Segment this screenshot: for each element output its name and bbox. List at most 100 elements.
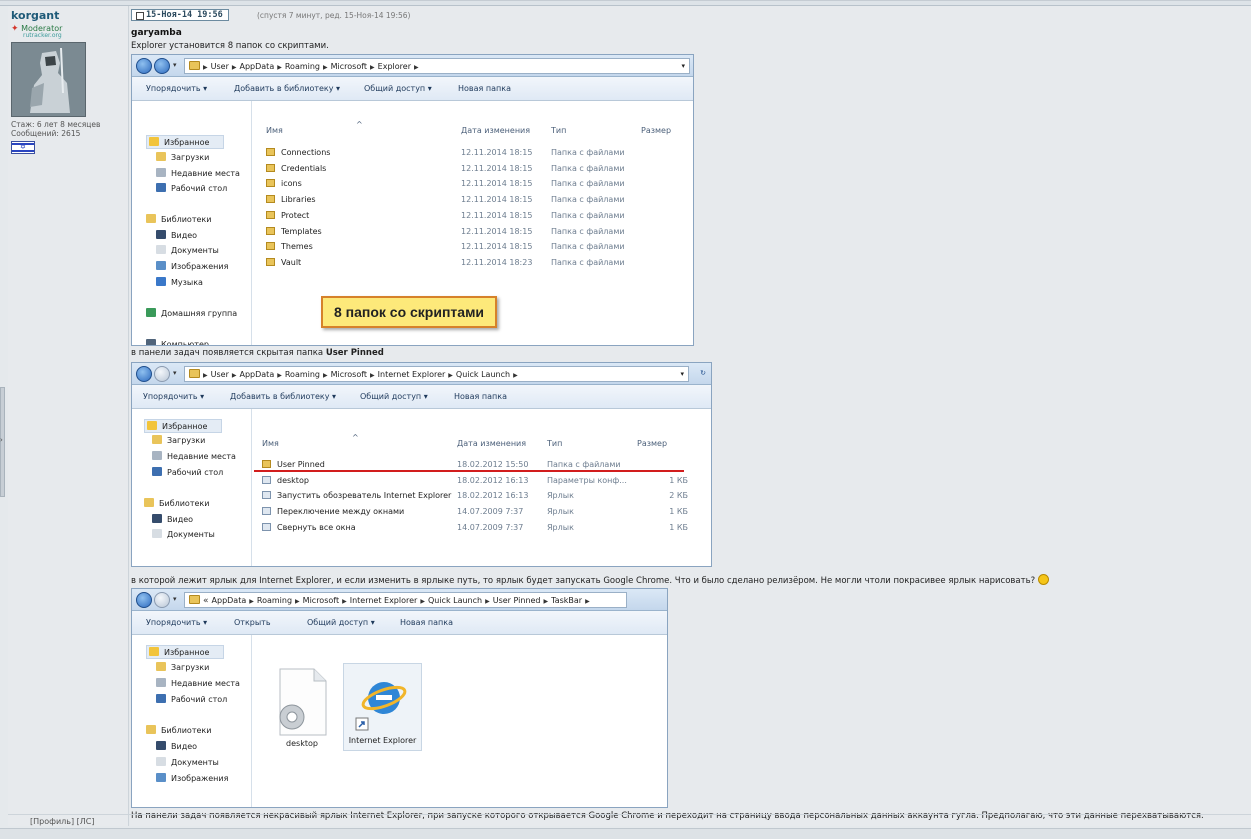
refresh-icon[interactable]: ↻	[700, 369, 706, 377]
toolbar-button[interactable]: Открыть	[234, 618, 271, 627]
chevron-right-icon[interactable]: ▶	[448, 372, 453, 379]
nav-item[interactable]: Недавние места	[156, 168, 240, 178]
chevron-right-icon[interactable]: ▶	[544, 598, 549, 605]
column-header[interactable]: Имя	[266, 126, 283, 135]
breadcrumb-item[interactable]: AppData	[239, 370, 274, 379]
chevron-right-icon[interactable]: ▶	[513, 372, 518, 379]
chevron-right-icon[interactable]: ▶	[295, 598, 300, 605]
chevron-right-icon[interactable]: ▶	[232, 64, 237, 71]
breadcrumb-item[interactable]: Microsoft	[331, 62, 367, 71]
chevron-right-icon[interactable]: ▶	[203, 372, 208, 379]
table-row[interactable]: User Pinned	[262, 460, 325, 469]
table-row[interactable]: Protect	[266, 210, 309, 220]
forward-button[interactable]	[154, 58, 170, 74]
internet-explorer-shortcut[interactable]: Internet Explorer	[343, 663, 422, 751]
path-dropdown-icon[interactable]: ▾	[681, 62, 685, 70]
chevron-right-icon[interactable]: ▶	[420, 598, 425, 605]
breadcrumb-item[interactable]: User	[211, 370, 229, 379]
nav-item[interactable]: Недавние места	[156, 678, 240, 688]
nav-item[interactable]: Рабочий стол	[152, 467, 223, 477]
nav-item[interactable]: Видео	[156, 230, 197, 240]
username[interactable]: korgant	[11, 9, 59, 22]
toolbar-button[interactable]: Упорядочить ▾	[143, 392, 204, 401]
toolbar-button[interactable]: Добавить в библиотеку ▾	[230, 392, 336, 401]
breadcrumb-item[interactable]: Quick Launch	[456, 370, 510, 379]
table-row[interactable]: Переключение между окнами	[262, 507, 404, 516]
chevron-right-icon[interactable]: ▶	[232, 372, 237, 379]
nav-item[interactable]: Библиотеки	[146, 214, 211, 224]
forward-button[interactable]	[154, 366, 170, 382]
chevron-right-icon[interactable]: ▶	[277, 372, 282, 379]
nav-item[interactable]: Загрузки	[156, 152, 209, 162]
toolbar-button[interactable]: Новая папка	[458, 84, 511, 93]
table-row[interactable]: Templates	[266, 226, 322, 236]
back-button[interactable]	[136, 58, 152, 74]
column-header[interactable]: Дата изменения	[457, 439, 526, 448]
chevron-right-icon[interactable]: ▶	[277, 64, 282, 71]
nav-item[interactable]: Недавние места	[152, 451, 236, 461]
nav-item[interactable]: Избранное	[144, 419, 223, 433]
nav-item[interactable]: Компьютер	[146, 339, 209, 345]
nav-dropdown-icon[interactable]: ▾	[173, 61, 177, 69]
path-box[interactable]: ▶ User ▶ AppData ▶ Roaming ▶ Microsoft ▶ Internet…	[184, 366, 689, 382]
back-button[interactable]	[136, 366, 152, 382]
chevron-right-icon[interactable]: ▶	[585, 598, 590, 605]
column-header[interactable]: Размер	[637, 439, 667, 448]
pm-link[interactable]: [ЛС]	[77, 817, 95, 826]
chevron-right-icon[interactable]: ▶	[370, 64, 375, 71]
nav-item[interactable]: Домашняя группа	[146, 308, 237, 318]
path-box[interactable]: «AppData ▶ Roaming ▶ Microsoft ▶ Internet Expl…	[184, 592, 627, 608]
nav-item[interactable]: Видео	[152, 514, 193, 524]
table-row[interactable]: Credentials	[266, 163, 326, 173]
breadcrumb-item[interactable]: Quick Launch	[428, 596, 482, 605]
breadcrumb-item[interactable]: Internet Explorer	[378, 370, 446, 379]
breadcrumb-item[interactable]: AppData	[239, 62, 274, 71]
nav-item[interactable]: Избранное	[146, 135, 225, 149]
nav-item[interactable]: Рабочий стол	[156, 694, 227, 704]
table-row[interactable]: Свернуть все окна	[262, 522, 356, 532]
table-row[interactable]: Libraries	[266, 195, 316, 204]
back-button[interactable]	[136, 592, 152, 608]
column-header[interactable]: Имя	[262, 439, 279, 448]
collapse-handle[interactable]: ›	[0, 387, 5, 497]
breadcrumb-item[interactable]: Roaming	[257, 596, 292, 605]
table-row[interactable]: desktop	[262, 475, 309, 485]
table-row[interactable]: Connections	[266, 148, 330, 157]
breadcrumb-item[interactable]: TaskBar	[551, 596, 582, 605]
toolbar-button[interactable]: Новая папка	[454, 392, 507, 401]
nav-item[interactable]: Библиотеки	[146, 725, 211, 735]
breadcrumb-item[interactable]: Roaming	[285, 370, 320, 379]
desktop-file-icon[interactable]: desktop	[266, 667, 338, 748]
nav-dropdown-icon[interactable]: ▾	[173, 369, 177, 377]
nav-item[interactable]: Документы	[156, 757, 219, 767]
table-row[interactable]: Запустить обозреватель Internet Explorer	[262, 491, 451, 500]
nav-item[interactable]: Загрузки	[156, 662, 209, 672]
toolbar-button[interactable]: Упорядочить ▾	[146, 618, 207, 627]
breadcrumb-item[interactable]: Microsoft	[331, 370, 367, 379]
path-box[interactable]: ▶ User ▶ AppData ▶ Roaming ▶ Microsoft ▶ Explorer…	[184, 58, 690, 74]
nav-item[interactable]: Библиотеки	[144, 498, 209, 508]
column-header[interactable]: Тип	[551, 126, 566, 135]
nav-item[interactable]: Музыка	[156, 277, 203, 287]
chevron-right-icon[interactable]: ▶	[249, 598, 254, 605]
path-dropdown-icon[interactable]: ▾	[680, 370, 684, 378]
table-row[interactable]: icons	[266, 179, 302, 188]
column-header[interactable]: Тип	[547, 439, 562, 448]
breadcrumb-item[interactable]: Microsoft	[303, 596, 339, 605]
nav-item[interactable]: Документы	[156, 245, 219, 255]
toolbar-button[interactable]: Добавить в библиотеку ▾	[234, 84, 340, 93]
chevron-right-icon[interactable]: ▶	[370, 372, 375, 379]
toolbar-button[interactable]: Общий доступ ▾	[307, 618, 375, 627]
nav-item[interactable]: Загрузки	[152, 435, 205, 445]
chevron-right-icon[interactable]: ▶	[414, 64, 419, 71]
breadcrumb-item[interactable]: Explorer	[378, 62, 411, 71]
toolbar-button[interactable]: Упорядочить ▾	[146, 84, 207, 93]
nav-item[interactable]: Документы	[152, 529, 215, 539]
table-row[interactable]: Themes	[266, 242, 313, 251]
toolbar-button[interactable]: Общий доступ ▾	[360, 392, 428, 401]
breadcrumb-item[interactable]: Internet Explorer	[350, 596, 418, 605]
overflow-chevron-icon[interactable]: «	[203, 596, 209, 606]
nav-dropdown-icon[interactable]: ▾	[173, 595, 177, 603]
breadcrumb-item[interactable]: AppData	[212, 596, 247, 605]
column-header[interactable]: Дата изменения	[461, 126, 530, 135]
